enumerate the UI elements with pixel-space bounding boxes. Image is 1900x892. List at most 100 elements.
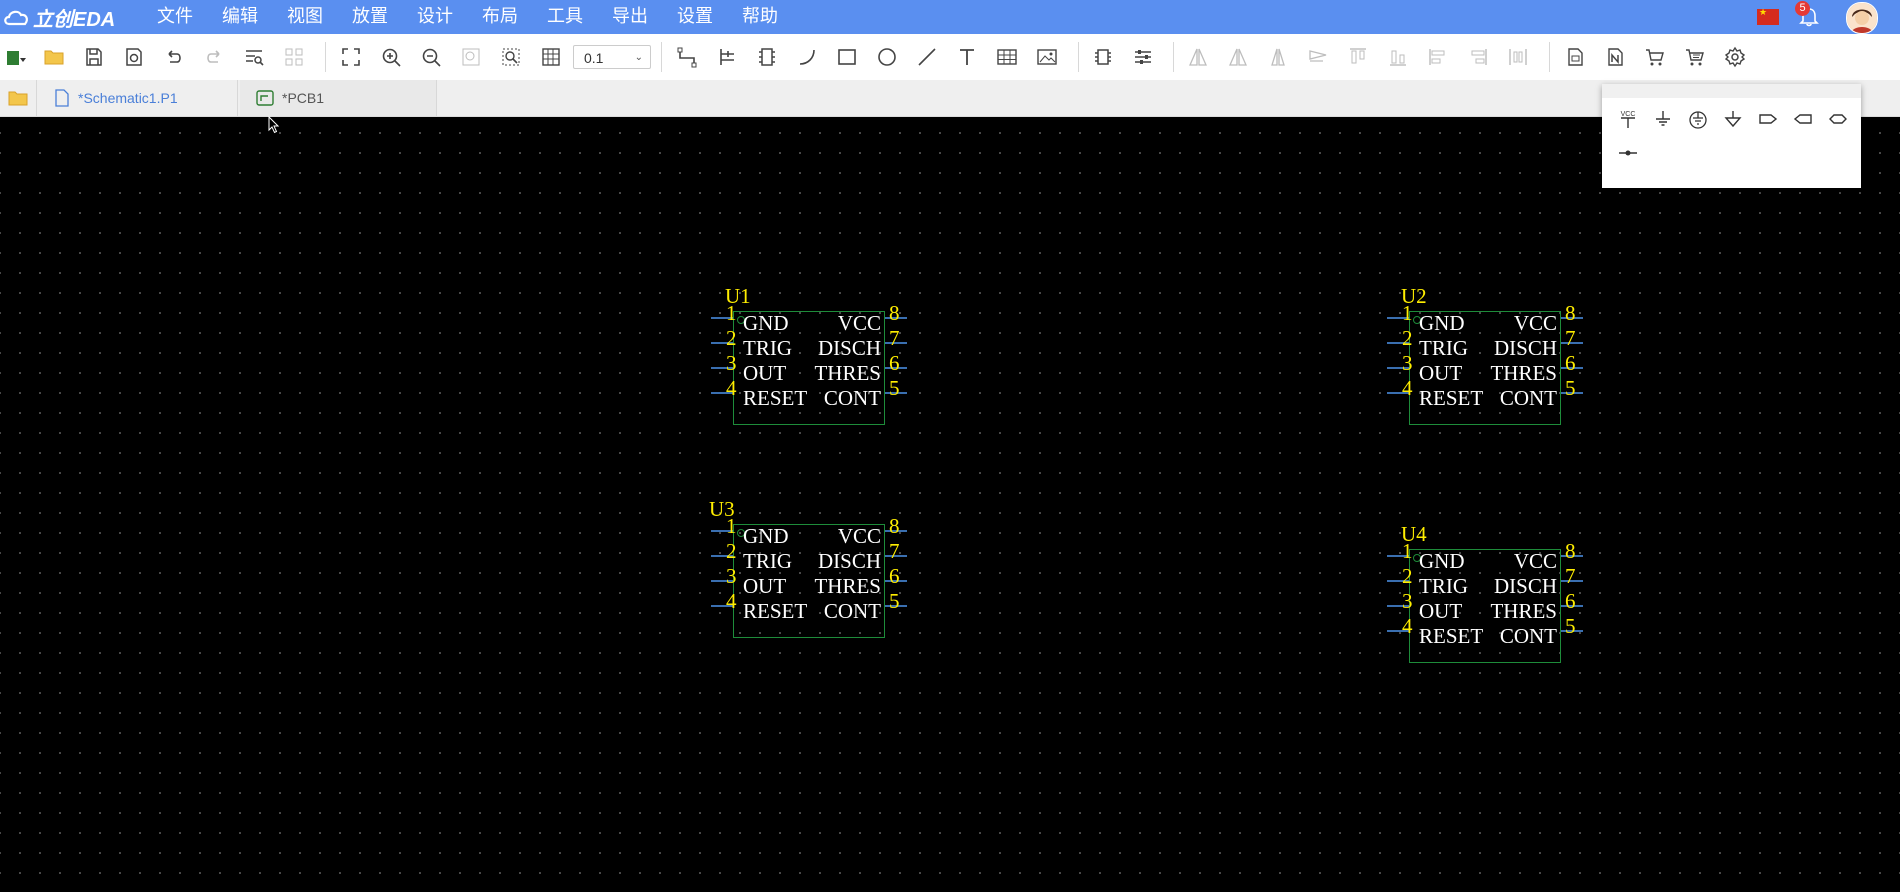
vcc-flag-button[interactable]: VCC xyxy=(1615,106,1641,132)
mirror-button[interactable] xyxy=(1265,44,1291,70)
redo-button[interactable] xyxy=(201,44,227,70)
save-as-button[interactable] xyxy=(121,44,147,70)
pin-number: 1 xyxy=(726,514,737,538)
pin-name: VCC xyxy=(1513,549,1557,573)
component-u1[interactable]: U1 1 GND 2 TRIG 3 OUT 4 RESET 8 VCC 7 DISCH 6 THRES 5 CO… xyxy=(711,284,911,431)
input-port-icon xyxy=(1759,114,1778,124)
distribute-button[interactable] xyxy=(1505,44,1531,70)
net-flag-panel: VCC xyxy=(1602,84,1861,188)
menu-layout[interactable]: 布局 xyxy=(475,0,525,34)
rectangle-button[interactable] xyxy=(834,44,860,70)
align-right-edge-button[interactable] xyxy=(1465,44,1491,70)
avatar[interactable] xyxy=(1846,2,1878,34)
cart-list-icon xyxy=(1686,49,1704,66)
bom-button[interactable] xyxy=(1562,44,1588,70)
schematic-canvas[interactable]: U1 1 GND 2 TRIG 3 OUT 4 RESET 8 VCC 7 DISCH 6 THRES 5 CO… xyxy=(0,117,1900,892)
component-button[interactable] xyxy=(754,44,780,70)
pin-number: 8 xyxy=(889,514,900,538)
menu-design[interactable]: 设计 xyxy=(410,0,460,34)
menu-view[interactable]: 视图 xyxy=(280,0,330,34)
zoom-area-button[interactable] xyxy=(498,44,524,70)
pin-number: 5 xyxy=(1565,376,1576,400)
pin-name: GND xyxy=(743,524,789,548)
pin-number: 2 xyxy=(1402,564,1413,588)
menu-export[interactable]: 导出 xyxy=(605,0,655,34)
signal-ground-button[interactable] xyxy=(1720,106,1746,132)
ground-button[interactable] xyxy=(1650,106,1676,132)
align-left-edge-button[interactable] xyxy=(1425,44,1451,70)
component-u3[interactable]: U3 1 GND 2 TRIG 3 OUT 4 RESET 8 VCC 7 DISCH 6 THRES 5 CO… xyxy=(709,497,911,644)
group-button[interactable] xyxy=(281,44,307,70)
net-label-button[interactable] xyxy=(1130,44,1156,70)
arc-button[interactable] xyxy=(794,44,820,70)
rotate-left-button[interactable] xyxy=(1185,44,1211,70)
wire-button[interactable] xyxy=(674,44,700,70)
zoom-selection-button[interactable] xyxy=(458,44,484,70)
netlist-icon xyxy=(1608,48,1623,66)
menu-edit[interactable]: 编辑 xyxy=(215,0,265,34)
annotate-button[interactable] xyxy=(1090,44,1116,70)
pin-number: 6 xyxy=(889,351,900,375)
align-left-button[interactable] xyxy=(1305,44,1331,70)
fit-screen-icon xyxy=(342,48,360,66)
app-logo[interactable]: 立创EDA xyxy=(0,0,115,34)
settings-button[interactable] xyxy=(1722,44,1748,70)
project-folder-button[interactable] xyxy=(0,80,37,116)
new-project-button[interactable] xyxy=(2,44,32,70)
pin-name: CONT xyxy=(823,599,881,623)
menu-settings[interactable]: 设置 xyxy=(670,0,720,34)
component-u4[interactable]: U4 1 GND 2 TRIG 3 OUT 4 RESET 8 VCC 7 DISCH 6 THRES 5 CO… xyxy=(1387,522,1587,669)
zoom-out-button[interactable] xyxy=(418,44,444,70)
component-u2[interactable]: U2 1 GND 2 TRIG 3 OUT 4 RESET 8 VCC 7 DISCH 6 THRES 5 CO… xyxy=(1387,284,1587,431)
grid-size-value: 0.1 xyxy=(584,50,604,66)
pin-name: CONT xyxy=(823,386,881,410)
menu-help[interactable]: 帮助 xyxy=(735,0,785,34)
language-flag-icon[interactable] xyxy=(1757,7,1779,25)
table-icon xyxy=(997,49,1017,65)
undo-button[interactable] xyxy=(161,44,187,70)
line-button[interactable] xyxy=(914,44,940,70)
pin-number: 2 xyxy=(726,539,737,563)
tab-pcb[interactable]: *PCB1 xyxy=(240,80,437,116)
menu-place[interactable]: 放置 xyxy=(345,0,395,34)
find-replace-button[interactable] xyxy=(241,44,267,70)
pin-name: RESET xyxy=(1419,624,1484,648)
menu-tools[interactable]: 工具 xyxy=(540,0,590,34)
pin-number: 4 xyxy=(1402,614,1413,638)
grid-size-select[interactable]: 0.1 ⌄ xyxy=(573,45,651,69)
bus-button[interactable] xyxy=(714,44,740,70)
zoom-in-button[interactable] xyxy=(378,44,404,70)
order-pcb-button[interactable] xyxy=(1682,44,1708,70)
save-button[interactable] xyxy=(81,44,107,70)
pin-name: THRES xyxy=(1490,361,1557,385)
table-button[interactable] xyxy=(994,44,1020,70)
junction-button[interactable] xyxy=(1615,140,1641,166)
align-top-button[interactable] xyxy=(1345,44,1371,70)
image-button[interactable] xyxy=(1034,44,1060,70)
align-bottom-button[interactable] xyxy=(1385,44,1411,70)
output-port-button[interactable] xyxy=(1790,106,1816,132)
new-icon xyxy=(7,51,26,65)
pin-name: VCC xyxy=(837,524,881,548)
pin-number: 7 xyxy=(889,326,900,350)
panel-drag-handle[interactable] xyxy=(1602,84,1861,98)
input-port-button[interactable] xyxy=(1755,106,1781,132)
pin-name: OUT xyxy=(743,361,787,385)
junction-icon xyxy=(1619,150,1637,156)
netlist-button[interactable] xyxy=(1602,44,1628,70)
pin-name: TRIG xyxy=(1419,336,1468,360)
rotate-right-button[interactable] xyxy=(1225,44,1251,70)
fit-view-button[interactable] xyxy=(338,44,364,70)
menu-file[interactable]: 文件 xyxy=(150,0,200,34)
bidirectional-port-button[interactable] xyxy=(1825,106,1851,132)
open-button[interactable] xyxy=(41,44,67,70)
tab-schematic[interactable]: *Schematic1.P1 xyxy=(38,80,238,116)
earth-ground-button[interactable] xyxy=(1685,106,1711,132)
text-button[interactable] xyxy=(954,44,980,70)
bidirectional-port-icon xyxy=(1829,114,1847,124)
circle-button[interactable] xyxy=(874,44,900,70)
pcb-icon xyxy=(256,90,274,106)
order-button[interactable] xyxy=(1642,44,1668,70)
chip-icon xyxy=(759,48,775,66)
grid-button[interactable] xyxy=(538,44,564,70)
